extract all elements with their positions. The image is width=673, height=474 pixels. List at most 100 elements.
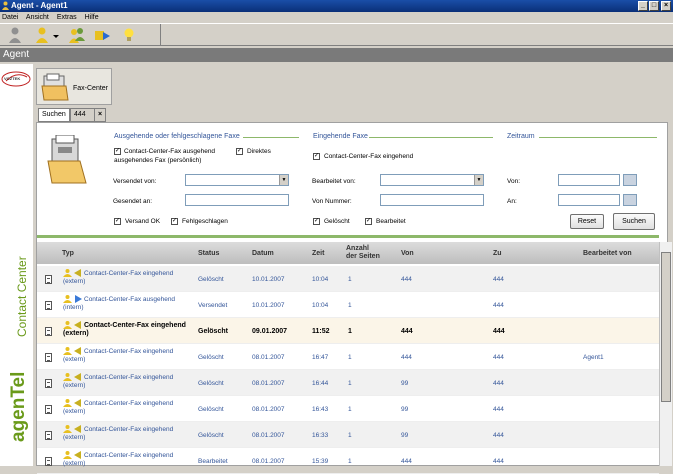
cell-status: Gelöscht xyxy=(198,432,224,439)
cell-datum: 10.01.2007 xyxy=(252,302,285,309)
table-row[interactable]: Contact-Center-Fax eingehend (extern) Gel… xyxy=(37,422,659,448)
scrollbar-thumb[interactable] xyxy=(661,252,671,402)
minimize-button[interactable]: _ xyxy=(638,1,648,11)
col-datum[interactable]: Datum xyxy=(252,250,274,257)
document-icon xyxy=(45,379,52,388)
menu-datei[interactable]: Datei xyxy=(2,14,18,21)
cell-seiten: 1 xyxy=(348,302,352,309)
maximize-button[interactable]: □ xyxy=(649,1,659,11)
cell-seiten: 1 xyxy=(348,432,352,439)
vertical-scrollbar[interactable] xyxy=(659,242,672,466)
section-outgoing: Ausgehende oder fehlgeschlagene Faxe xyxy=(114,133,240,140)
cell-status: Versendet xyxy=(198,302,228,309)
cell-zu: 444 xyxy=(493,328,505,335)
menu-bar: Datei Ansicht Extras Hilfe xyxy=(0,12,673,23)
cell-typ[interactable]: Contact-Center-Fax eingehend (extern) xyxy=(63,426,193,442)
section-period-line xyxy=(539,137,657,138)
cb-direct-checkbox[interactable]: ✓ xyxy=(236,148,243,155)
cell-zeit: 10:04 xyxy=(312,276,329,283)
close-window-button[interactable]: × xyxy=(661,1,671,11)
fax-center-icon xyxy=(41,73,69,101)
cell-typ[interactable]: Contact-Center-Fax ausgehend (intern) xyxy=(63,296,193,312)
cb-direct-sublabel: ausgehendes Fax (persönlich) xyxy=(114,157,202,164)
cell-datum: 08.01.2007 xyxy=(252,406,285,413)
cb-sent-ok-checkbox[interactable]: ✓ xyxy=(114,218,121,225)
col-seiten[interactable]: Anzahl der Seiten xyxy=(346,245,380,261)
to-date-input[interactable] xyxy=(558,194,620,206)
menu-ansicht[interactable]: Ansicht xyxy=(26,14,49,21)
cell-bearbeitet: Agent1 xyxy=(583,354,604,361)
chevron-down-icon: ▼ xyxy=(474,175,483,185)
cell-zeit: 16:43 xyxy=(312,406,329,413)
table-row[interactable]: Contact-Center-Fax eingehend (extern) Gel… xyxy=(37,344,659,370)
cell-seiten: 1 xyxy=(348,354,352,361)
table-row[interactable]: Contact-Center-Fax eingehend (extern) Gel… xyxy=(37,396,659,422)
cell-typ[interactable]: Contact-Center-Fax eingehend (extern) xyxy=(63,400,193,416)
col-typ[interactable]: Typ xyxy=(62,250,74,257)
cell-zu: 444 xyxy=(493,276,504,283)
cell-datum: 08.01.2007 xyxy=(252,432,285,439)
cell-typ[interactable]: Contact-Center-Fax eingehend (extern) xyxy=(63,322,193,338)
col-bearbeitet[interactable]: Bearbeitet von xyxy=(583,250,632,257)
cell-von: 444 xyxy=(401,328,413,335)
app-icon xyxy=(2,1,9,10)
table-row[interactable]: Contact-Center-Fax eingehend (extern) Gel… xyxy=(37,318,659,344)
document-icon xyxy=(45,353,52,362)
cb-deleted-checkbox[interactable]: ✓ xyxy=(313,218,320,225)
cell-typ[interactable]: Contact-Center-Fax eingehend (extern) xyxy=(63,348,193,364)
lightbulb-icon[interactable] xyxy=(120,26,138,44)
search-button[interactable]: Suchen xyxy=(613,213,655,230)
sent-by-dropdown[interactable]: ▼ xyxy=(185,174,289,186)
from-date-input[interactable] xyxy=(558,174,620,186)
cell-zu: 444 xyxy=(493,380,504,387)
cb-cc-out-label: Contact-Center-Fax ausgehend xyxy=(124,148,216,155)
from-date-label: Von: xyxy=(507,178,521,185)
table-row[interactable]: Contact-Center-Fax ausgehend (intern) Ver… xyxy=(37,292,659,318)
col-zeit[interactable]: Zeit xyxy=(312,250,324,257)
edited-by-dropdown[interactable]: ▼ xyxy=(380,174,484,186)
chevron-down-icon[interactable] xyxy=(52,26,60,44)
brand-sub: Contact Center xyxy=(15,256,29,337)
toolbar xyxy=(0,23,673,46)
cell-typ[interactable]: Contact-Center-Fax eingehend (extern) xyxy=(63,374,193,390)
cell-zu: 444 xyxy=(493,406,504,413)
section-incoming: Eingehende Faxe xyxy=(313,133,368,140)
table-row[interactable]: Contact-Center-Fax eingehend (extern) Gel… xyxy=(37,370,659,396)
sent-by-label: Versendet von: xyxy=(113,178,157,185)
agent-group-icon[interactable] xyxy=(68,26,86,44)
agent-yellow-icon[interactable] xyxy=(33,26,51,44)
cell-zu: 444 xyxy=(493,354,504,361)
tab-fax-center[interactable]: Fax-Center xyxy=(36,68,112,105)
agent-gray-icon[interactable] xyxy=(6,26,24,44)
menu-hilfe[interactable]: Hilfe xyxy=(85,14,99,21)
fax-machine-icon xyxy=(47,135,87,184)
table-row[interactable]: Contact-Center-Fax eingehend (extern) Gel… xyxy=(37,266,659,292)
cb-cc-out-checkbox[interactable]: ✓ xyxy=(114,148,121,155)
cell-typ[interactable]: Contact-Center-Fax eingehend (extern) xyxy=(63,270,193,286)
cb-cc-in-checkbox[interactable]: ✓ xyxy=(313,153,320,160)
forward-icon[interactable] xyxy=(93,26,111,44)
col-zu[interactable]: Zu xyxy=(493,250,502,257)
menu-extras[interactable]: Extras xyxy=(57,14,77,21)
cell-datum: 08.01.2007 xyxy=(252,354,285,361)
close-tab-icon[interactable]: × xyxy=(94,108,106,122)
cell-zeit: 16:33 xyxy=(312,432,329,439)
section-period: Zeitraum xyxy=(507,133,535,140)
calendar-to-icon[interactable] xyxy=(623,194,637,206)
cb-edited-checkbox[interactable]: ✓ xyxy=(365,218,372,225)
col-status[interactable]: Status xyxy=(198,250,219,257)
table-row[interactable]: Contact-Center-Fax eingehend (extern) Bea… xyxy=(37,448,659,474)
cb-sent-ok-label: Versand OK xyxy=(125,218,161,225)
cell-seiten: 1 xyxy=(348,328,352,335)
from-number-input[interactable] xyxy=(380,194,484,206)
sent-to-input[interactable] xyxy=(185,194,289,206)
cell-datum: 10.01.2007 xyxy=(252,276,285,283)
cell-status: Bearbeitet xyxy=(198,458,228,465)
cb-failed-checkbox[interactable]: ✓ xyxy=(171,218,178,225)
cell-zeit: 16:47 xyxy=(312,354,329,361)
cell-zeit: 11:52 xyxy=(312,328,330,335)
calendar-from-icon[interactable] xyxy=(623,174,637,186)
col-von[interactable]: Von xyxy=(401,250,414,257)
reset-button[interactable]: Reset xyxy=(570,214,604,229)
tab-search[interactable]: Suchen xyxy=(38,108,70,122)
